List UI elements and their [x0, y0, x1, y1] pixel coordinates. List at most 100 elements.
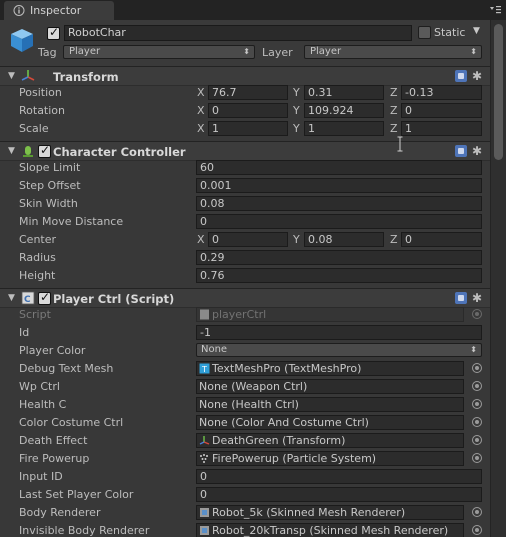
scale-z-input[interactable]: 1	[401, 121, 482, 136]
axis-y-label: Y	[293, 104, 300, 117]
svg-text:C: C	[24, 295, 31, 305]
player-color-label: Player Color	[19, 344, 86, 357]
death-effect-value: DeathGreen (Transform)	[212, 434, 346, 447]
axis-x-label: X	[197, 104, 205, 117]
static-checkbox[interactable]	[418, 26, 431, 39]
layer-dropdown[interactable]: Player ⬍	[304, 45, 482, 59]
min-move-distance-input[interactable]: 0	[196, 214, 482, 229]
radius-input[interactable]: 0.29	[196, 250, 482, 265]
body-renderer-field[interactable]: Robot_5k (Skinned Mesh Renderer)	[196, 505, 464, 520]
health-c-label: Health C	[19, 398, 67, 411]
gameobject-cube-icon	[11, 29, 33, 52]
rotation-z-input[interactable]: 0	[401, 103, 482, 118]
script-value: playerCtrl	[212, 308, 267, 321]
death-effect-row: Death Effect DeathGreen (Transform)	[0, 432, 490, 450]
position-z-input[interactable]: -0.13	[401, 85, 482, 100]
player-color-dropdown[interactable]: None ⬍	[196, 343, 482, 357]
skin-width-input[interactable]: 0.08	[196, 196, 482, 211]
step-offset-input[interactable]: 0.001	[196, 178, 482, 193]
height-label: Height	[19, 269, 56, 282]
slope-limit-label: Slope Limit	[19, 161, 81, 174]
scale-x-input[interactable]: 1	[208, 121, 288, 136]
object-picker-icon[interactable]	[472, 381, 482, 391]
layer-value: Player	[310, 46, 342, 57]
center-x-input[interactable]: 0	[208, 232, 288, 247]
static-dropdown-arrow-icon[interactable]: ▼	[473, 26, 480, 36]
health-c-field[interactable]: None (Health Ctrl)	[196, 397, 464, 412]
scrollbar-thumb[interactable]	[494, 24, 503, 160]
position-y-input[interactable]: 0.31	[304, 85, 384, 100]
last-set-player-color-input[interactable]: 0	[196, 487, 482, 502]
invisible-body-renderer-field[interactable]: Robot_20kTransp (Skinned Mesh Renderer)	[196, 523, 464, 537]
object-picker-icon[interactable]	[472, 417, 482, 427]
rotation-y-input[interactable]: 109.924	[304, 103, 384, 118]
radius-label: Radius	[19, 251, 56, 264]
id-label: Id	[19, 326, 30, 339]
last-set-player-color-label: Last Set Player Color	[19, 488, 134, 501]
input-id-input[interactable]: 0	[196, 469, 482, 484]
gameobject-header: RobotChar Static ▼ Tag Player ⬍ Layer Pl…	[0, 20, 490, 66]
static-label: Static	[434, 26, 466, 39]
player-ctrl-title: Player Ctrl (Script)	[53, 292, 175, 306]
wp-ctrl-row: Wp Ctrl None (Weapon Ctrl)	[0, 378, 490, 396]
center-y-input[interactable]: 0.08	[304, 232, 384, 247]
object-picker-icon[interactable]	[472, 453, 482, 463]
skin-width-row: Skin Width 0.08	[0, 195, 490, 213]
static-toggle[interactable]: Static ▼	[418, 25, 488, 41]
center-z-input[interactable]: 0	[401, 232, 482, 247]
step-offset-row: Step Offset 0.001	[0, 177, 490, 195]
gear-icon[interactable]: ✱	[472, 69, 482, 83]
character-controller-enabled-checkbox[interactable]	[38, 143, 51, 158]
vertical-scrollbar[interactable]	[490, 20, 506, 537]
tag-label: Tag	[38, 46, 57, 59]
height-input[interactable]: 0.76	[196, 268, 482, 283]
gameobject-active-checkbox[interactable]	[47, 25, 60, 40]
fire-powerup-field[interactable]: FirePowerup (Particle System)	[196, 451, 464, 466]
rotation-x-input[interactable]: 0	[208, 103, 288, 118]
foldout-arrow-icon[interactable]: ▼	[8, 146, 15, 156]
health-c-row: Health C None (Health Ctrl)	[0, 396, 490, 414]
object-picker-icon[interactable]	[472, 507, 482, 517]
color-costume-ctrl-label: Color Costume Ctrl	[19, 416, 124, 429]
wp-ctrl-field[interactable]: None (Weapon Ctrl)	[196, 379, 464, 394]
skinned-mesh-renderer-icon	[200, 526, 209, 535]
help-book-icon[interactable]	[455, 292, 467, 304]
axis-y-label: Y	[293, 233, 300, 246]
axis-y-label: Y	[293, 86, 300, 99]
object-picker-icon[interactable]	[472, 399, 482, 409]
id-input[interactable]: -1	[196, 325, 482, 340]
tab-label: Inspector	[30, 4, 82, 17]
player-color-row: Player Color None ⬍	[0, 342, 490, 360]
position-x-input[interactable]: 76.7	[208, 85, 288, 100]
tag-dropdown[interactable]: Player ⬍	[63, 45, 255, 59]
scale-y-input[interactable]: 1	[304, 121, 384, 136]
death-effect-label: Death Effect	[19, 434, 88, 447]
tab-inspector[interactable]: Inspector	[4, 1, 114, 20]
transform-axes-icon	[21, 70, 35, 81]
skinned-mesh-renderer-icon	[200, 508, 209, 517]
dropdown-arrows-icon: ⬍	[470, 345, 477, 354]
object-picker-icon[interactable]	[472, 525, 482, 535]
color-costume-ctrl-field[interactable]: None (Color And Costume Ctrl)	[196, 415, 464, 430]
help-book-icon[interactable]	[455, 145, 467, 157]
debug-text-mesh-label: Debug Text Mesh	[19, 362, 114, 375]
transform-icon	[199, 436, 210, 445]
gear-icon[interactable]: ✱	[472, 291, 482, 305]
foldout-arrow-icon[interactable]: ▼	[8, 293, 15, 303]
script-label: Script	[19, 308, 51, 321]
player-ctrl-enabled-checkbox[interactable]	[38, 290, 51, 305]
object-picker-icon[interactable]	[472, 363, 482, 373]
death-effect-field[interactable]: DeathGreen (Transform)	[196, 433, 464, 448]
tab-menu-icon[interactable]	[488, 4, 502, 16]
radius-row: Radius 0.29	[0, 249, 490, 267]
script-file-icon	[200, 309, 209, 320]
dropdown-arrows-icon: ⬍	[470, 47, 477, 56]
foldout-arrow-icon[interactable]: ▼	[8, 71, 15, 81]
dropdown-arrows-icon: ⬍	[243, 47, 250, 56]
slope-limit-input[interactable]: 60	[196, 160, 482, 175]
gameobject-name-input[interactable]: RobotChar	[64, 25, 412, 41]
object-picker-icon[interactable]	[472, 435, 482, 445]
debug-text-mesh-field[interactable]: T TextMeshPro (TextMeshPro)	[196, 361, 464, 376]
gear-icon[interactable]: ✱	[472, 144, 482, 158]
help-book-icon[interactable]	[455, 70, 467, 82]
